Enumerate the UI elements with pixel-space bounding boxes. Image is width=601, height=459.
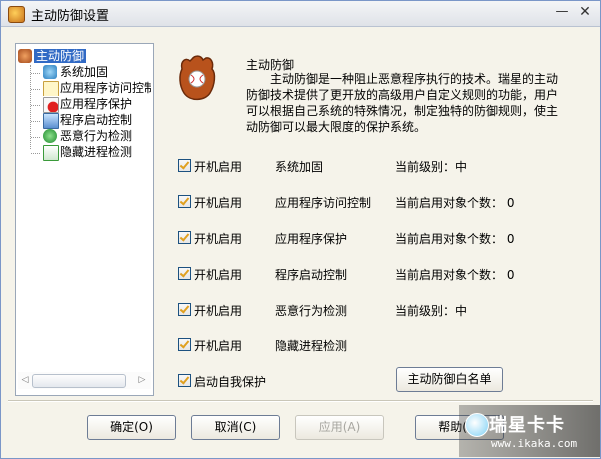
description-body: 主动防御是一种阻止恶意程序执行的技术。瑞星的主动防御技术提供了更开放的高级用户自… bbox=[246, 72, 559, 134]
tree-connector bbox=[31, 89, 40, 90]
malicious-detect-icon bbox=[43, 129, 57, 143]
module-status: 当前启用对象个数： 0 bbox=[395, 268, 515, 282]
module-status: 当前级别：中 bbox=[395, 304, 468, 318]
settings-window: 主动防御设置 — ✕ 主动防御 系统加固 应用程序访问控制 应用程序保护 程序启… bbox=[0, 0, 601, 459]
tree-item-app-protect[interactable]: 应用程序保护 bbox=[43, 96, 133, 113]
module-enable-label: 开机启用 bbox=[194, 339, 243, 353]
minimize-button[interactable]: — bbox=[553, 4, 571, 21]
module-name: 应用程序保护 bbox=[275, 232, 348, 246]
tree-connector bbox=[31, 105, 40, 106]
site-watermark: 瑞星卡卡 www.ikaka.com bbox=[459, 405, 600, 457]
glove-icon bbox=[18, 49, 32, 63]
self-protect-checkbox[interactable] bbox=[178, 374, 191, 387]
watermark-url: www.ikaka.com bbox=[491, 437, 578, 450]
baseball-glove-icon bbox=[179, 55, 216, 101]
watermark-text: 瑞星卡卡 bbox=[489, 415, 565, 436]
module-enable-label: 开机启用 bbox=[194, 268, 243, 282]
tree-connector bbox=[31, 153, 40, 154]
tree-root-label: 主动防御 bbox=[34, 49, 87, 63]
title-bar[interactable]: 主动防御设置 — ✕ bbox=[1, 1, 600, 27]
module-5-enable-checkbox[interactable] bbox=[178, 303, 191, 316]
tree-item-app-access[interactable]: 应用程序访问控制 bbox=[43, 80, 151, 96]
module-enable-label: 开机启用 bbox=[194, 304, 243, 318]
tree-root-active-defense[interactable]: 主动防御 bbox=[18, 48, 87, 64]
settings-tree: 主动防御 系统加固 应用程序访问控制 应用程序保护 程序启动控制 恶意行为检测 bbox=[15, 43, 154, 396]
tree-connector bbox=[31, 121, 40, 122]
module-name: 应用程序访问控制 bbox=[275, 196, 372, 210]
module-3-enable-checkbox[interactable] bbox=[178, 231, 191, 244]
tree-horizontal-scrollbar[interactable]: ◁ ▷ bbox=[18, 372, 151, 389]
module-name: 系统加固 bbox=[275, 160, 324, 174]
tree-item-hidden-process[interactable]: 隐藏进程检测 bbox=[43, 144, 133, 161]
module-1-enable-checkbox[interactable] bbox=[178, 159, 191, 172]
module-6-enable-checkbox[interactable] bbox=[178, 338, 191, 351]
hidden-process-icon bbox=[43, 145, 59, 161]
module-enable-label: 开机启用 bbox=[194, 160, 243, 174]
scroll-thumb[interactable] bbox=[32, 374, 126, 388]
tree-connector bbox=[31, 73, 40, 74]
module-enable-label: 开机启用 bbox=[194, 196, 243, 210]
module-name: 程序启动控制 bbox=[275, 268, 348, 282]
rising-app-icon bbox=[8, 6, 25, 23]
self-protect-label: 启动自我保护 bbox=[194, 375, 267, 389]
tree-item-label: 应用程序保护 bbox=[60, 97, 133, 111]
app-access-icon bbox=[43, 81, 59, 96]
program-launch-icon bbox=[43, 113, 59, 129]
cancel-button[interactable]: 取消(C) bbox=[191, 415, 280, 440]
scroll-left-arrow-icon[interactable]: ◁ bbox=[19, 374, 31, 387]
close-button[interactable]: ✕ bbox=[576, 4, 594, 21]
app-protect-icon bbox=[43, 97, 59, 113]
system-harden-icon bbox=[43, 65, 57, 79]
ok-button[interactable]: 确定(O) bbox=[87, 415, 176, 440]
module-enable-label: 开机启用 bbox=[194, 232, 243, 246]
footer-divider bbox=[8, 400, 593, 402]
apply-button[interactable]: 应用(A) bbox=[295, 415, 384, 440]
tree-item-label: 程序启动控制 bbox=[60, 113, 133, 127]
tree-item-label: 系统加固 bbox=[60, 65, 109, 79]
whitelist-button[interactable]: 主动防御白名单 bbox=[396, 367, 503, 392]
module-4-enable-checkbox[interactable] bbox=[178, 267, 191, 280]
scroll-right-arrow-icon[interactable]: ▷ bbox=[136, 374, 148, 387]
tree-item-malicious-detect[interactable]: 恶意行为检测 bbox=[43, 128, 132, 144]
module-name: 隐藏进程检测 bbox=[275, 339, 348, 353]
tree-item-label: 恶意行为检测 bbox=[60, 129, 133, 143]
module-name: 恶意行为检测 bbox=[275, 304, 348, 318]
window-title: 主动防御设置 bbox=[31, 9, 110, 24]
module-status: 当前级别：中 bbox=[395, 160, 468, 174]
tree-item-system-harden[interactable]: 系统加固 bbox=[43, 64, 108, 80]
tree-connector bbox=[31, 137, 40, 138]
tree-item-label: 应用程序访问控制 bbox=[60, 81, 151, 95]
module-status: 当前启用对象个数： 0 bbox=[395, 196, 515, 210]
tree-item-label: 隐藏进程检测 bbox=[60, 145, 133, 159]
module-2-enable-checkbox[interactable] bbox=[178, 195, 191, 208]
module-status: 当前启用对象个数： 0 bbox=[395, 232, 515, 246]
tree-item-program-launch[interactable]: 程序启动控制 bbox=[43, 112, 133, 129]
watermark-logo-icon bbox=[465, 413, 489, 437]
